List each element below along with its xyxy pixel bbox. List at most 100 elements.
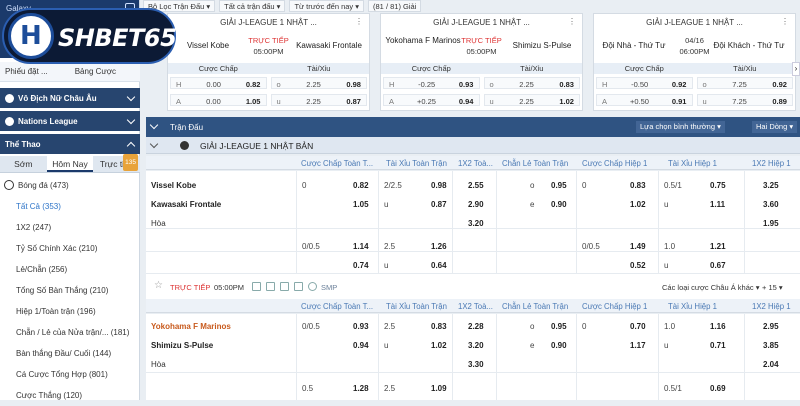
odds-value[interactable]: 0.90 xyxy=(551,341,567,350)
all-matches-dropdown[interactable]: Tất cả trận đấu ▾ xyxy=(219,0,286,12)
odds-value[interactable]: 1.11 xyxy=(710,200,725,209)
chart-icon[interactable] xyxy=(266,282,275,291)
odds-value[interactable]: 0.64 xyxy=(431,261,447,270)
info-icon[interactable] xyxy=(308,282,317,291)
menu-item-outright[interactable]: Cược Thắng (120) xyxy=(0,385,140,406)
odds-value[interactable]: 3.30 xyxy=(468,360,484,369)
menu-item-all[interactable]: Tất Cả (353) xyxy=(0,196,140,217)
odds-cell[interactable]: o 2.25 0.83 xyxy=(483,77,580,89)
category-nations-league[interactable]: Nations League xyxy=(0,111,140,131)
odds-cell[interactable]: A +0.50 0.91 xyxy=(596,94,693,106)
handicap-line: 0/0.5 xyxy=(582,242,600,251)
odds-value[interactable]: 3.25 xyxy=(763,181,779,190)
tab-live[interactable]: Trực tiếp 135 xyxy=(93,154,140,172)
odds-value[interactable]: 3.60 xyxy=(763,200,779,209)
odds-value[interactable]: 0.82 xyxy=(353,181,369,190)
odds-value[interactable]: 1.26 xyxy=(431,242,447,251)
col-ft-over-under: Tài Xỉu Toàn Trận xyxy=(386,159,447,168)
field-icon[interactable] xyxy=(280,282,289,291)
brand-logo[interactable]: H SHBET65 xyxy=(0,0,178,74)
time-range-dropdown[interactable]: Từ trước đến nay ▾ xyxy=(289,0,365,12)
collapse-icon[interactable] xyxy=(149,120,159,130)
odds-cell[interactable]: H 0.00 0.82 xyxy=(170,77,267,89)
odds-value[interactable]: 1.09 xyxy=(431,384,447,393)
featured-card[interactable]: GIẢI J-LEAGUE 1 NHẬT ... ⋮ Yokohama F Ma… xyxy=(380,13,583,111)
menu-item-first-last[interactable]: Bàn thắng Đầu/ Cuối (144) xyxy=(0,343,140,364)
menu-label: Hiệp 1/Toàn trận (196) xyxy=(16,307,96,316)
odds-value[interactable]: 1.14 xyxy=(353,242,369,251)
category-sports[interactable]: Thể Thao xyxy=(0,134,140,154)
odds-cell[interactable]: u 2.25 1.02 xyxy=(483,94,580,106)
more-markets-button[interactable]: + 15 ▾ xyxy=(762,283,783,292)
line-value: -0.25 xyxy=(418,80,436,89)
odds-value[interactable]: 2.90 xyxy=(468,200,484,209)
odds-value[interactable]: 2.28 xyxy=(468,322,484,331)
more-icon[interactable]: ⋮ xyxy=(568,17,576,26)
league-count-filter[interactable]: (81 / 81) Giải xyxy=(368,0,422,12)
menu-item-total-goals[interactable]: Tổng Số Bàn Thắng (210) xyxy=(0,280,140,301)
smp-label[interactable]: SMP xyxy=(321,283,337,292)
odds-view-dropdown[interactable]: Hai Dòng ▾ xyxy=(752,121,798,133)
menu-item-half-odd-even[interactable]: Chẵn / Lẻ của Nửa trận/... (181) xyxy=(0,322,140,343)
category-euro-women[interactable]: Vô Địch Nữ Châu Âu xyxy=(0,88,140,108)
odds-value[interactable]: 1.02 xyxy=(630,200,646,209)
menu-item-correct-score[interactable]: Tỷ Số Chính Xác (210) xyxy=(0,238,140,259)
carousel-next-button[interactable]: › xyxy=(792,62,800,76)
odds-value[interactable]: 1.49 xyxy=(630,242,646,251)
odds-value[interactable]: 1.28 xyxy=(353,384,369,393)
stats-icon[interactable] xyxy=(252,282,261,291)
favorite-star-icon[interactable]: ☆ xyxy=(154,280,163,291)
odds-value[interactable]: 0.83 xyxy=(431,322,447,331)
league-header[interactable]: GIẢI J-LEAGUE 1 NHẬT BẢN xyxy=(146,137,800,154)
odds-value[interactable]: 0.67 xyxy=(710,261,726,270)
odds-value[interactable]: 1.02 xyxy=(431,341,447,350)
tab-today[interactable]: Hôm Nay xyxy=(46,156,94,172)
odds-cell[interactable]: u 7.25 0.89 xyxy=(696,94,793,106)
odds-value[interactable]: 3.85 xyxy=(763,341,779,350)
more-icon[interactable]: ⋮ xyxy=(781,17,789,26)
featured-card[interactable]: GIẢI J-LEAGUE 1 NHẬT ... ⋮ Đội Nhà - Thứ… xyxy=(593,13,796,111)
featured-card[interactable]: GIẢI J-LEAGUE 1 NHẬT ... ⋮ Vissel Kobe T… xyxy=(167,13,370,111)
odds-value[interactable]: 0.98 xyxy=(431,181,447,190)
odds-value[interactable]: 2.95 xyxy=(763,322,779,331)
menu-item-1x2[interactable]: 1X2 (247) xyxy=(0,217,140,238)
odds-value[interactable]: 0.52 xyxy=(630,261,646,270)
odds-cell[interactable]: A 0.00 1.05 xyxy=(170,94,267,106)
odds-value[interactable]: 0.74 xyxy=(353,261,369,270)
odds-value[interactable]: 1.05 xyxy=(353,200,369,209)
sort-dropdown[interactable]: Lựa chọn bình thường ▾ xyxy=(636,121,725,133)
odds-cell[interactable]: u 2.25 0.87 xyxy=(270,94,367,106)
odds-value[interactable]: 2.55 xyxy=(468,181,484,190)
odds-value[interactable]: 0.69 xyxy=(710,384,726,393)
odds-value[interactable]: 1.16 xyxy=(710,322,726,331)
odds-value[interactable]: 1.17 xyxy=(630,341,646,350)
odds-value[interactable]: 3.20 xyxy=(468,219,484,228)
odds-cell[interactable]: o 2.25 0.98 xyxy=(270,77,367,89)
menu-item-half-full[interactable]: Hiệp 1/Toàn trận (196) xyxy=(0,301,140,322)
menu-item-odd-even[interactable]: Lẻ/Chẵn (256) xyxy=(0,259,140,280)
odds-value[interactable]: 0.93 xyxy=(353,322,369,331)
other-asian-bets-dropdown[interactable]: Các loại cược Châu Á khác ▾ xyxy=(662,283,760,292)
odds-value[interactable]: 0.75 xyxy=(710,181,726,190)
menu-item-mix-parlay[interactable]: Cá Cược Tổng Hợp (801) xyxy=(0,364,140,385)
tab-early[interactable]: Sớm xyxy=(0,156,47,172)
odds-cell[interactable]: A +0.25 0.94 xyxy=(383,94,480,106)
odds-value[interactable]: 0.83 xyxy=(630,181,646,190)
more-icon[interactable]: ⋮ xyxy=(355,17,363,26)
odds-cell[interactable]: H -0.50 0.92 xyxy=(596,77,693,89)
odds-value[interactable]: 2.04 xyxy=(763,360,779,369)
odds-value[interactable]: 0.95 xyxy=(551,322,567,331)
odds-value[interactable]: 0.95 xyxy=(551,181,567,190)
odds-value[interactable]: 0.94 xyxy=(353,341,369,350)
sport-football[interactable]: Bóng đá (473) xyxy=(0,175,140,196)
odds-value[interactable]: 1.21 xyxy=(710,242,726,251)
odds-cell[interactable]: o 7.25 0.92 xyxy=(696,77,793,89)
odds-value[interactable]: 3.20 xyxy=(468,341,484,350)
odds-value[interactable]: 0.90 xyxy=(551,200,567,209)
odds-value[interactable]: 0.87 xyxy=(431,200,447,209)
odds-value[interactable]: 0.70 xyxy=(630,322,646,331)
tv-icon[interactable] xyxy=(294,282,303,291)
odds-value[interactable]: 0.71 xyxy=(710,341,726,350)
odds-cell[interactable]: H -0.25 0.93 xyxy=(383,77,480,89)
odds-value[interactable]: 1.95 xyxy=(763,219,779,228)
